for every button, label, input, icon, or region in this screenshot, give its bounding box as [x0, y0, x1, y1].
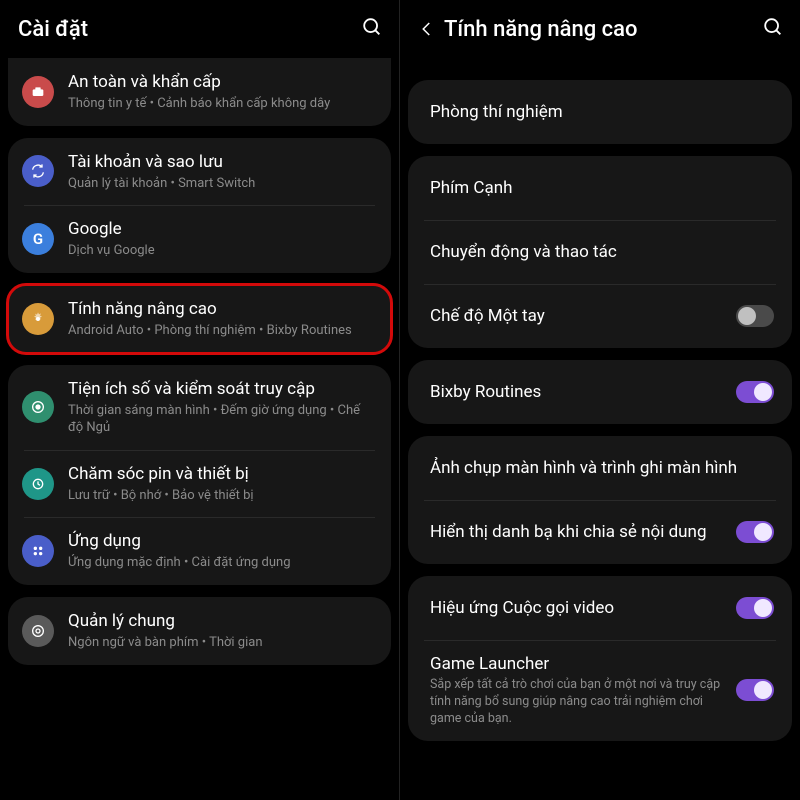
toggle-video-call[interactable] [736, 597, 774, 619]
advanced-item-sidekey[interactable]: Phím Cạnh [408, 156, 792, 220]
settings-item-sub: Ứng dụng mặc định • Cài đặt ứng dụng [68, 554, 375, 572]
advanced-group: Phím Cạnh Chuyển động và thao tác Chế độ… [408, 156, 792, 348]
wellbeing-icon [22, 391, 54, 423]
adv-label: Hiệu ứng Cuộc gọi video [430, 597, 726, 619]
advanced-group-bixby: Bixby Routines [408, 360, 792, 424]
advanced-header: Tính năng nâng cao [400, 0, 800, 58]
settings-item-battery[interactable]: Chăm sóc pin và thiết bị Lưu trữ • Bộ nh… [8, 450, 391, 518]
search-icon[interactable] [361, 16, 383, 42]
safety-icon [22, 76, 54, 108]
advanced-group: Ảnh chụp màn hình và trình ghi màn hình … [408, 436, 792, 564]
settings-item-google[interactable]: G Google Dịch vụ Google [8, 205, 391, 273]
sync-icon [22, 155, 54, 187]
settings-item-apps[interactable]: Ứng dụng Ứng dụng mặc định • Cài đặt ứng… [8, 517, 391, 585]
settings-item-sub: Lưu trữ • Bộ nhớ • Bảo vệ thiết bị [68, 487, 375, 505]
settings-item-sub: Ngôn ngữ và bàn phím • Thời gian [68, 634, 375, 652]
toggle-onehand[interactable] [736, 305, 774, 327]
settings-item-sub: Android Auto • Phòng thí nghiệm • Bixby … [68, 322, 375, 340]
adv-label: Chuyển động và thao tác [430, 241, 774, 263]
settings-group-partial: An toàn và khẩn cấp Thông tin y tế • Cản… [8, 58, 391, 126]
adv-label: Game Launcher [430, 653, 726, 675]
settings-item-label: Tính năng nâng cao [68, 298, 375, 320]
battery-icon [22, 468, 54, 500]
general-icon [22, 615, 54, 647]
advanced-item-motions[interactable]: Chuyển động và thao tác [408, 220, 792, 284]
settings-item-accounts[interactable]: Tài khoản và sao lưu Quản lý tài khoản •… [8, 138, 391, 206]
settings-group: Tài khoản và sao lưu Quản lý tài khoản •… [8, 138, 391, 273]
advanced-group: Phòng thí nghiệm [408, 80, 792, 144]
settings-item-sub: Dịch vụ Google [68, 242, 375, 260]
adv-label: Hiển thị danh bạ khi chia sẻ nội dung [430, 521, 726, 543]
google-icon: G [22, 223, 54, 255]
advanced-item-video-call[interactable]: Hiệu ứng Cuộc gọi video [408, 576, 792, 640]
settings-item-sub: Thông tin y tế • Cảnh báo khẩn cấp không… [68, 95, 375, 113]
settings-group: Tiện ích số và kiểm soát truy cập Thời g… [8, 365, 391, 585]
advanced-item-labs[interactable]: Phòng thí nghiệm [408, 80, 792, 144]
settings-item-label: Tài khoản và sao lưu [68, 151, 375, 173]
settings-item-sub: Thời gian sáng màn hình • Đếm giờ ứng dụ… [68, 402, 375, 437]
adv-sub: Sắp xếp tất cả trò chơi của bạn ở một nơ… [430, 677, 726, 728]
settings-item-label: Tiện ích số và kiểm soát truy cập [68, 378, 375, 400]
page-title: Cài đặt [18, 17, 361, 42]
settings-item-advanced[interactable]: Tính năng nâng cao Android Auto • Phòng … [8, 285, 391, 353]
advanced-item-bixby-routines[interactable]: Bixby Routines [408, 360, 792, 424]
advanced-group: Hiệu ứng Cuộc gọi video Game Launcher Sắ… [408, 576, 792, 741]
settings-item-general[interactable]: Quản lý chung Ngôn ngữ và bàn phím • Thờ… [8, 597, 391, 665]
settings-item-wellbeing[interactable]: Tiện ích số và kiểm soát truy cập Thời g… [8, 365, 391, 450]
adv-label: Phòng thí nghiệm [430, 101, 774, 123]
settings-item-safety[interactable]: An toàn và khẩn cấp Thông tin y tế • Cản… [8, 58, 391, 126]
adv-label: Ảnh chụp màn hình và trình ghi màn hình [430, 457, 774, 479]
page-title: Tính năng nâng cao [444, 17, 762, 42]
back-icon[interactable] [418, 20, 444, 38]
advanced-item-share-contacts[interactable]: Hiển thị danh bạ khi chia sẻ nội dung [408, 500, 792, 564]
settings-item-label: Google [68, 218, 375, 240]
adv-label: Bixby Routines [430, 381, 726, 403]
advanced-icon [22, 303, 54, 335]
settings-group-advanced: Tính năng nâng cao Android Auto • Phòng … [8, 285, 391, 353]
settings-item-label: Ứng dụng [68, 530, 375, 552]
apps-icon [22, 535, 54, 567]
settings-item-label: Quản lý chung [68, 610, 375, 632]
advanced-item-onehand[interactable]: Chế độ Một tay [408, 284, 792, 348]
toggle-bixby-routines[interactable] [736, 381, 774, 403]
advanced-item-screenshot[interactable]: Ảnh chụp màn hình và trình ghi màn hình [408, 436, 792, 500]
adv-label: Phím Cạnh [430, 177, 774, 199]
settings-group: Quản lý chung Ngôn ngữ và bàn phím • Thờ… [8, 597, 391, 665]
advanced-item-game-launcher[interactable]: Game Launcher Sắp xếp tất cả trò chơi củ… [408, 640, 792, 741]
settings-header: Cài đặt [0, 0, 399, 58]
toggle-share-contacts[interactable] [736, 521, 774, 543]
adv-label: Chế độ Một tay [430, 305, 726, 327]
search-icon[interactable] [762, 16, 784, 42]
toggle-game-launcher[interactable] [736, 679, 774, 701]
settings-item-label: An toàn và khẩn cấp [68, 71, 375, 93]
settings-item-sub: Quản lý tài khoản • Smart Switch [68, 175, 375, 193]
settings-item-label: Chăm sóc pin và thiết bị [68, 463, 375, 485]
